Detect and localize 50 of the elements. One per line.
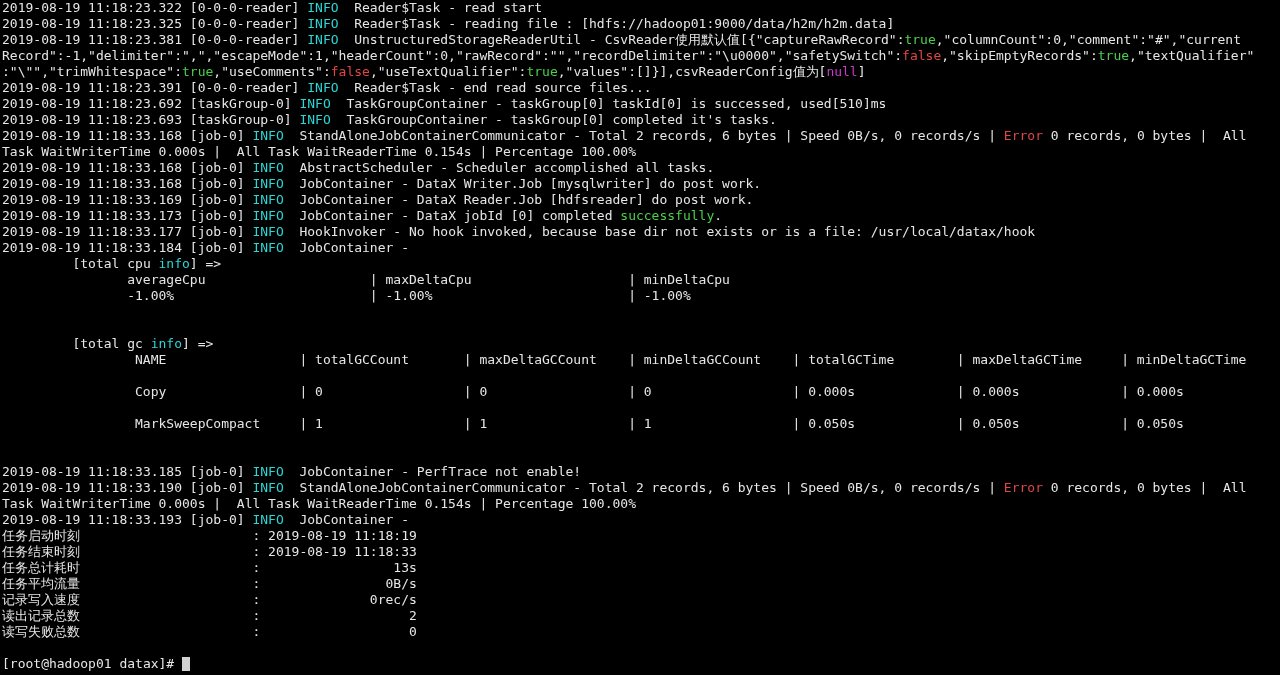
gc-stats-line: NAME | totalGCCount | maxDeltaGCCount | minDeltaGCCount | totalGCTime | maxDeltaGCTime | minDeltaGCTime [135,352,1247,368]
log-line: 2019-08-19 11:18:33.169 [job-0] INFO JobContainer - DataX Reader.Job [hdfsreader] do post work. [2,192,754,208]
shell-prompt: [root@hadoop01 datax]# [2,656,175,672]
log-line: 2019-08-19 11:18:23.325 [0-0-0-reader] INFO Reader$Task - reading file : [hdfs://hadoop01:9000/data/h2m/h2m.data] [2,16,895,32]
log-line: 2019-08-19 11:18:33.184 [job-0] INFO JobContainer - [2,240,409,256]
separator-text: : [252,592,261,608]
cpu-info-heading: [total cpu info] => [72,256,222,272]
log-line: Task WaitWriterTime 0.000s | All Task WaitReaderTime 0.154s | Percentage 100.00% [2,144,636,160]
log-line: 2019-08-19 11:18:23.381 [0-0-0-reader] INFO UnstructuredStorageReaderUtil - CsvReader使用默认值[{"captureRawRecord":true,"columnCount":0,"comment":"#","current [2,32,1242,48]
log-line: 2019-08-19 11:18:33.190 [job-0] INFO StandAloneJobContainerCommunicator - Total 2 records, 6 bytes | Speed 0B/s, 0 records/s | Error 0 records, 0 bytes | All [2,480,1247,496]
summary-label: 任务平均流量 [2,576,80,592]
summary-label: 记录写入速度 [2,592,80,608]
summary-value: 0B/s [385,576,417,592]
gc-stats-line: Copy | 0 | 0 | 0 | 0.000s | 0.000s | 0.000s [135,384,1184,400]
log-line: 2019-08-19 11:18:23.693 [taskGroup-0] INFO TaskGroupContainer - taskGroup[0] completed it's tasks. [2,112,777,128]
cpu-stats-line: averageCpu | maxDeltaCpu | minDeltaCpu [127,272,730,288]
summary-label: 任务结束时刻 [2,544,80,560]
log-line: 2019-08-19 11:18:33.177 [job-0] INFO HookInvoker - No hook invoked, because base dir not exists or is a file: /usr/local/datax/hook [2,224,1036,240]
summary-value: 0 [408,624,417,640]
log-line: 2019-08-19 11:18:33.168 [job-0] INFO AbstractScheduler - Scheduler accomplished all tasks. [2,160,715,176]
separator-text: : [252,576,261,592]
separator-text: : [252,624,261,640]
summary-label: 读写失败总数 [2,624,80,640]
log-line: 2019-08-19 11:18:33.168 [job-0] INFO JobContainer - DataX Writer.Job [mysqlwriter] do post work. [2,176,762,192]
log-line: 2019-08-19 11:18:33.193 [job-0] INFO JobContainer - [2,512,409,528]
cpu-stats-line: -1.00% | -1.00% | -1.00% [127,288,691,304]
log-line: Record":-1,"delimiter":",","escapeMode":1,"headerCount":0,"rawRecord":"","recordDelimiter":"\u0000","safetySwitch":false,"skipEmptyRecords":true,"textQualifier" [2,48,1255,64]
summary-label: 任务总计耗时 [2,560,80,576]
summary-value: 0rec/s [369,592,417,608]
summary-value: 2 [408,608,417,624]
gc-stats-line: MarkSweepCompact | 1 | 1 | 1 | 0.050s | 0.050s | 0.050s [135,416,1184,432]
log-line: 2019-08-19 11:18:33.185 [job-0] INFO JobContainer - PerfTrace not enable! [2,464,582,480]
summary-label: 读出记录总数 [2,608,80,624]
cursor-icon [182,657,190,671]
gc-info-heading: [total gc info] => [72,336,214,352]
log-line: 2019-08-19 11:18:23.322 [0-0-0-reader] INFO Reader$Task - read start [2,0,543,16]
log-line: 2019-08-19 11:18:23.692 [taskGroup-0] INFO TaskGroupContainer - taskGroup[0] taskId[0] is successed, used[510]ms [2,96,887,112]
log-line: Task WaitWriterTime 0.000s | All Task WaitReaderTime 0.154s | Percentage 100.00% [2,496,636,512]
separator-text: : [252,560,261,576]
summary-label: 任务启动时刻 [2,528,80,544]
separator-text: : [252,544,261,560]
summary-value: 2019-08-19 11:18:33 [268,544,417,560]
log-line: 2019-08-19 11:18:33.168 [job-0] INFO StandAloneJobContainerCommunicator - Total 2 records, 6 bytes | Speed 0B/s, 0 records/s | Error 0 records, 0 bytes | All [2,128,1247,144]
separator-text: : [252,528,261,544]
separator-text: : [252,608,261,624]
log-line: 2019-08-19 11:18:33.173 [job-0] INFO JobContainer - DataX jobId [0] completed successfully. [2,208,723,224]
summary-value: 2019-08-19 11:18:19 [268,528,417,544]
log-line: :"\"","trimWhitespace":true,"useComments":false,"useTextQualifier":true,"values":[]}],csvReaderConfig值为[null] [2,64,866,80]
summary-value: 13s [393,560,417,576]
log-line: 2019-08-19 11:18:23.391 [0-0-0-reader] INFO Reader$Task - end read source files... [2,80,652,96]
